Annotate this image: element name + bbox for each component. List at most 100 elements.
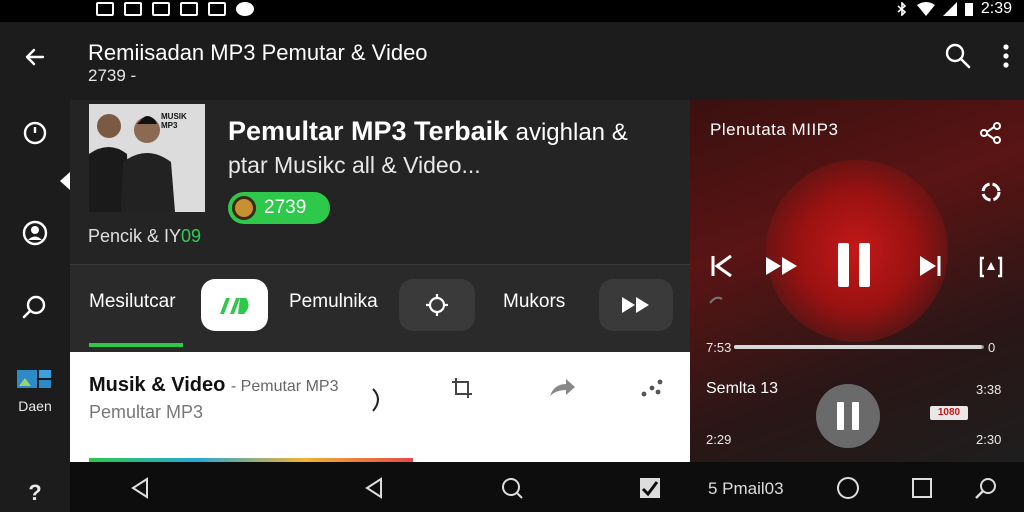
track-title-tail: avighlan & (515, 119, 628, 146)
player-title: Plenutata MIIP3 (710, 120, 839, 139)
play-count: 2739 (264, 197, 307, 218)
repeat-button[interactable] (976, 178, 1006, 206)
track-title-main: Pemultar MP3 Terbaik (228, 116, 509, 146)
fast-forward-button[interactable] (762, 250, 802, 282)
triangle-back-icon (131, 477, 148, 499)
circle-home-icon (837, 477, 859, 499)
tab-pemulnika[interactable]: Pemulnika (289, 291, 378, 313)
rail-item-label: Daen (18, 398, 52, 414)
progress-track (734, 345, 984, 349)
arrow-left-icon (25, 48, 45, 66)
total-time: 0 (988, 340, 996, 355)
status-bar: 2:39 (0, 0, 1024, 22)
pause-button[interactable] (832, 238, 876, 292)
help-button[interactable]: ? (0, 480, 70, 506)
cast-button[interactable] (974, 252, 1008, 282)
battery-icon (964, 3, 973, 16)
rail-item-history[interactable] (0, 110, 70, 156)
album-cover[interactable]: MUSIK MP3 (89, 104, 205, 212)
app-bar: Remiisadan MP3 Pemutar & Video 2739 - (70, 22, 1024, 100)
dots-icon (641, 379, 663, 397)
settings-chip[interactable] (399, 279, 475, 331)
mini-pause-button[interactable] (816, 384, 880, 448)
pause-icon (838, 243, 870, 287)
track-description: ptar Musikc all & Video... (228, 152, 481, 178)
search-icon (975, 478, 996, 499)
search-button[interactable] (974, 476, 998, 500)
quality-badge: 1080 (930, 406, 968, 420)
list-title-main: Musik & Video (89, 374, 226, 396)
track-header: MUSIK MP3 Pencik & IY09 Pemultar MP3 Ter… (70, 100, 690, 264)
queue-item-time: 3:38 (976, 382, 1002, 397)
bluetooth-icon (897, 2, 907, 16)
notification-icons (96, 0, 254, 18)
share-icon (980, 122, 1001, 144)
queue-item-label[interactable]: Semlta 13 (706, 380, 778, 398)
notification-icon (180, 2, 198, 16)
elapsed-time: 7:53 (706, 340, 732, 355)
artist-caption: Pencik & IY09 (88, 226, 201, 247)
repeat-icon (981, 182, 1001, 202)
notification-icon (152, 2, 170, 16)
artist-highlight: 09 (181, 226, 202, 246)
recents-button[interactable] (910, 476, 934, 500)
previous-button[interactable] (704, 250, 740, 282)
system-status: 2:39 (895, 0, 1012, 18)
rail-item-profile[interactable] (0, 210, 70, 256)
back-button[interactable] (362, 476, 386, 500)
checkbox-button[interactable] (638, 476, 662, 500)
cast-icon (979, 256, 1003, 278)
track-list: Musik & Video - Pemutar MP3 Pemultar MP3 (70, 352, 690, 462)
list-item-subtitle: Pemultar MP3 (89, 402, 204, 422)
square-recents-icon (912, 478, 932, 498)
back-button[interactable] (0, 34, 70, 80)
pause-icon (837, 402, 859, 430)
loop-indicator (706, 294, 734, 306)
moon-icon (372, 388, 379, 412)
profile-icon (22, 220, 48, 246)
back-button[interactable] (128, 476, 152, 500)
share-icon (550, 379, 575, 396)
progress-fill (734, 345, 982, 349)
skip-next-icon (920, 256, 941, 276)
cover-text: MUSIK MP3 (161, 112, 187, 130)
crop-button[interactable] (448, 374, 476, 402)
fast-forward-chip[interactable] (599, 279, 673, 331)
notification-icon (236, 2, 254, 16)
search-icon (502, 478, 523, 499)
rail-item-search[interactable] (0, 284, 70, 330)
gallery-icon (17, 370, 51, 388)
list-title-suffix: - Pemutar MP3 (230, 378, 339, 395)
share-button[interactable] (548, 374, 576, 402)
progress-bar[interactable]: 7:53 0 (706, 338, 1006, 358)
moon-button[interactable] (362, 386, 390, 414)
wifi-icon (916, 2, 935, 16)
signal-icon (942, 2, 957, 16)
notification-icon (208, 2, 226, 16)
rail-item-gallery[interactable] (0, 364, 70, 394)
nav-label: 5 Pmail03 (708, 479, 784, 498)
share-button[interactable] (976, 120, 1006, 146)
now-playing-panel: Plenutata MIIP3 7:53 0 Semlta 13 3:38 10… (690, 100, 1024, 462)
search-button[interactable] (500, 476, 524, 500)
list-item-title[interactable]: Musik & Video - Pemutar MP3 (89, 374, 338, 397)
page-title: Remiisadan MP3 Pemutar & Video (88, 40, 428, 65)
play-count-badge[interactable]: 2739 (228, 192, 330, 224)
system-nav-bar: 5 Pmail03 (70, 462, 1024, 512)
search-icon (945, 43, 971, 69)
queue-item-time: 2:30 (976, 432, 1002, 447)
crop-icon (452, 378, 472, 398)
search-icon (22, 295, 46, 319)
home-button[interactable] (836, 476, 860, 500)
clock: 2:39 (980, 0, 1012, 17)
tab-mukors[interactable]: Mukors (503, 291, 565, 313)
tab-mesilutcar[interactable]: Mesilutcar (89, 291, 176, 313)
app-logo-button[interactable] (201, 279, 268, 331)
overflow-menu-button[interactable] (1002, 43, 1010, 74)
more-button[interactable] (638, 374, 666, 402)
next-button[interactable] (912, 250, 948, 282)
fast-forward-icon (766, 257, 797, 275)
rail-selection-caret (60, 172, 70, 190)
search-button[interactable] (944, 42, 972, 75)
more-vert-icon (1003, 44, 1009, 68)
